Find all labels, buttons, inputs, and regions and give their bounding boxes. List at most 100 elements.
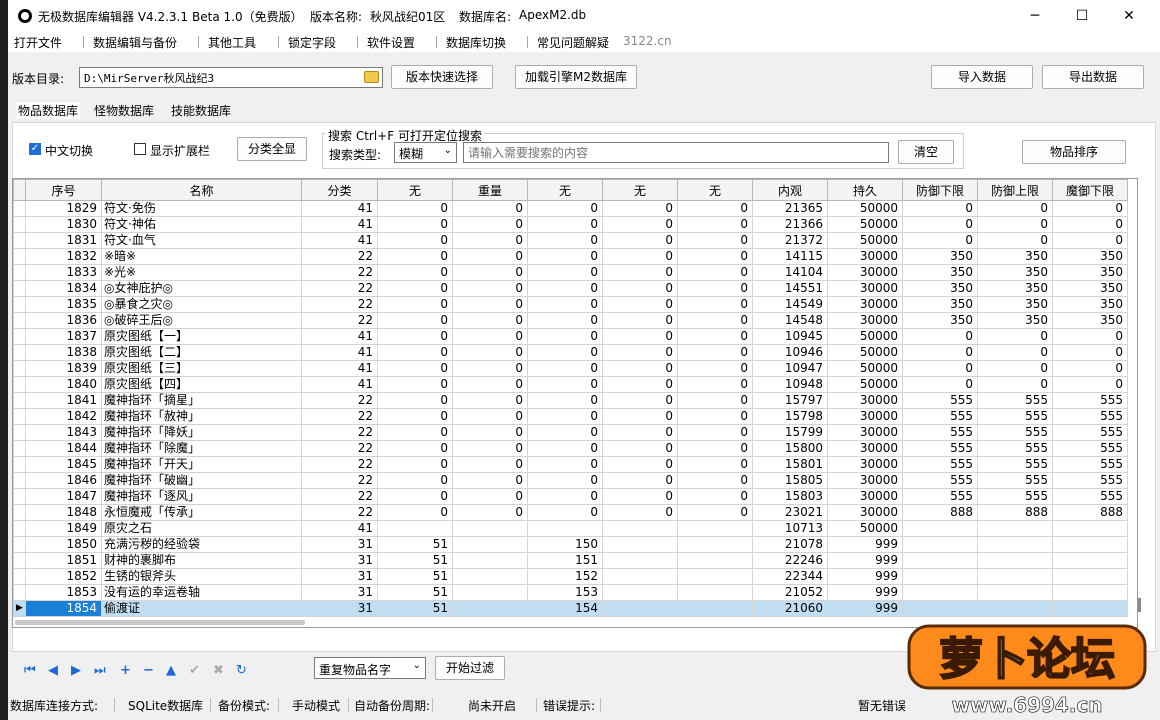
table-cell[interactable]: 14548 bbox=[752, 312, 828, 329]
table-row[interactable]: 1850 充满污秽的经验袋 31 51 150 21078 999 bbox=[13, 536, 1128, 553]
table-cell[interactable]: 555 bbox=[977, 408, 1053, 425]
table-cell[interactable]: 0 bbox=[377, 360, 453, 377]
table-cell[interactable]: 0 bbox=[1052, 344, 1128, 361]
table-cell[interactable] bbox=[452, 568, 528, 585]
table-cell[interactable]: 0 bbox=[677, 488, 753, 505]
table-cell[interactable]: 0 bbox=[677, 296, 753, 313]
cell-seq[interactable]: 1851 bbox=[25, 552, 102, 569]
table-cell[interactable]: 10945 bbox=[752, 328, 828, 345]
table-cell[interactable]: 0 bbox=[527, 376, 603, 393]
table-cell[interactable]: 555 bbox=[1052, 408, 1128, 425]
table-cell[interactable]: 50000 bbox=[827, 200, 903, 217]
table-row[interactable]: 1853 没有运的幸运卷轴 31 51 153 21052 999 bbox=[13, 584, 1128, 601]
table-cell[interactable]: 555 bbox=[902, 472, 978, 489]
row-indicator[interactable] bbox=[13, 344, 26, 361]
table-cell[interactable]: 0 bbox=[602, 360, 678, 377]
table-cell[interactable]: 555 bbox=[977, 488, 1053, 505]
table-cell[interactable]: 22 bbox=[301, 504, 378, 521]
table-row[interactable]: 1845 魔神指环「开天」 22 0 0 0 0 0 15801 30000 555 555 555 bbox=[13, 456, 1128, 473]
table-cell[interactable] bbox=[902, 536, 978, 553]
table-cell[interactable] bbox=[902, 520, 978, 537]
load-engine-button[interactable]: 加载引擎M2数据库 bbox=[515, 65, 637, 89]
menu-other-tools[interactable]: 其他工具 bbox=[208, 34, 256, 51]
table-cell[interactable] bbox=[677, 552, 753, 569]
table-cell[interactable]: 14115 bbox=[752, 248, 828, 265]
table-cell[interactable]: 350 bbox=[1052, 312, 1128, 329]
table-cell[interactable]: 0 bbox=[602, 344, 678, 361]
table-cell[interactable]: 555 bbox=[1052, 424, 1128, 441]
cell-seq[interactable]: 1836 bbox=[25, 312, 102, 329]
menu-db-switch[interactable]: 数据库切换 bbox=[446, 34, 506, 51]
row-indicator[interactable] bbox=[13, 408, 26, 425]
col-header[interactable]: 无 bbox=[527, 179, 603, 201]
table-cell[interactable]: 999 bbox=[827, 536, 903, 553]
table-cell[interactable]: 0 bbox=[452, 344, 528, 361]
table-cell[interactable]: 41 bbox=[301, 360, 378, 377]
table-cell[interactable]: 30000 bbox=[827, 408, 903, 425]
table-cell[interactable]: 21060 bbox=[752, 600, 828, 617]
table-cell[interactable] bbox=[1052, 552, 1128, 569]
col-header[interactable]: 防御上限 bbox=[977, 179, 1053, 201]
table-cell[interactable]: 0 bbox=[677, 376, 753, 393]
table-cell[interactable]: 21366 bbox=[752, 216, 828, 233]
table-cell[interactable] bbox=[1052, 584, 1128, 601]
table-cell[interactable]: 0 bbox=[452, 264, 528, 281]
cell-seq[interactable]: 1839 bbox=[25, 360, 102, 377]
table-row[interactable]: 1841 魔神指环「摘星」 22 0 0 0 0 0 15797 30000 555 555 555 bbox=[13, 392, 1128, 409]
table-cell[interactable]: 0 bbox=[452, 312, 528, 329]
table-cell[interactable]: 41 bbox=[301, 216, 378, 233]
row-indicator[interactable] bbox=[13, 312, 26, 329]
cell-name[interactable]: ※暗※ bbox=[101, 248, 302, 265]
table-cell[interactable]: 30000 bbox=[827, 392, 903, 409]
table-cell[interactable]: 22 bbox=[301, 264, 378, 281]
table-cell[interactable]: 0 bbox=[902, 216, 978, 233]
cell-seq[interactable]: 1849 bbox=[25, 520, 102, 537]
table-cell[interactable]: 50000 bbox=[827, 328, 903, 345]
table-cell[interactable]: 0 bbox=[677, 232, 753, 249]
menu-open-file[interactable]: 打开文件 bbox=[14, 34, 62, 51]
table-cell[interactable]: 555 bbox=[977, 456, 1053, 473]
table-cell[interactable]: 555 bbox=[902, 488, 978, 505]
table-cell[interactable]: 22 bbox=[301, 424, 378, 441]
cell-seq[interactable]: 1835 bbox=[25, 296, 102, 313]
table-cell[interactable]: 0 bbox=[677, 248, 753, 265]
table-cell[interactable]: 15800 bbox=[752, 440, 828, 457]
row-indicator[interactable] bbox=[13, 296, 26, 313]
table-cell[interactable]: 14549 bbox=[752, 296, 828, 313]
prev-record-icon[interactable]: ◀ bbox=[48, 663, 58, 678]
table-row[interactable]: 1831 符文·血气 41 0 0 0 0 0 21372 50000 0 0 0 bbox=[13, 232, 1128, 249]
table-cell[interactable]: 151 bbox=[527, 552, 603, 569]
table-cell[interactable]: 0 bbox=[452, 488, 528, 505]
table-cell[interactable]: 350 bbox=[1052, 264, 1128, 281]
clear-button[interactable]: 清空 bbox=[898, 140, 954, 164]
table-cell[interactable]: 31 bbox=[301, 600, 378, 617]
table-cell[interactable] bbox=[452, 536, 528, 553]
table-cell[interactable]: 0 bbox=[527, 248, 603, 265]
table-cell[interactable]: 0 bbox=[677, 200, 753, 217]
table-cell[interactable]: 41 bbox=[301, 376, 378, 393]
table-cell[interactable] bbox=[902, 584, 978, 601]
table-cell[interactable]: 0 bbox=[452, 280, 528, 297]
table-cell[interactable]: 0 bbox=[452, 360, 528, 377]
table-cell[interactable]: 30000 bbox=[827, 424, 903, 441]
cell-name[interactable]: 原灾图纸【四】 bbox=[101, 376, 302, 393]
folder-icon[interactable] bbox=[364, 71, 379, 83]
cell-seq[interactable]: 1833 bbox=[25, 264, 102, 281]
table-cell[interactable] bbox=[677, 520, 753, 537]
table-cell[interactable]: 0 bbox=[377, 408, 453, 425]
row-indicator[interactable] bbox=[13, 440, 26, 457]
table-cell[interactable]: 31 bbox=[301, 536, 378, 553]
table-cell[interactable]: 41 bbox=[301, 328, 378, 345]
cell-name[interactable]: 财神的裹脚布 bbox=[101, 552, 302, 569]
table-cell[interactable]: 0 bbox=[452, 440, 528, 457]
row-indicator[interactable] bbox=[13, 504, 26, 521]
table-cell[interactable]: 31 bbox=[301, 552, 378, 569]
row-indicator[interactable]: ▶ bbox=[13, 600, 26, 617]
table-cell[interactable]: 22 bbox=[301, 296, 378, 313]
table-cell[interactable]: 350 bbox=[902, 280, 978, 297]
table-cell[interactable]: 0 bbox=[677, 504, 753, 521]
table-cell[interactable]: 21078 bbox=[752, 536, 828, 553]
cell-seq[interactable]: 1831 bbox=[25, 232, 102, 249]
table-cell[interactable]: 0 bbox=[377, 200, 453, 217]
table-cell[interactable]: 30000 bbox=[827, 280, 903, 297]
